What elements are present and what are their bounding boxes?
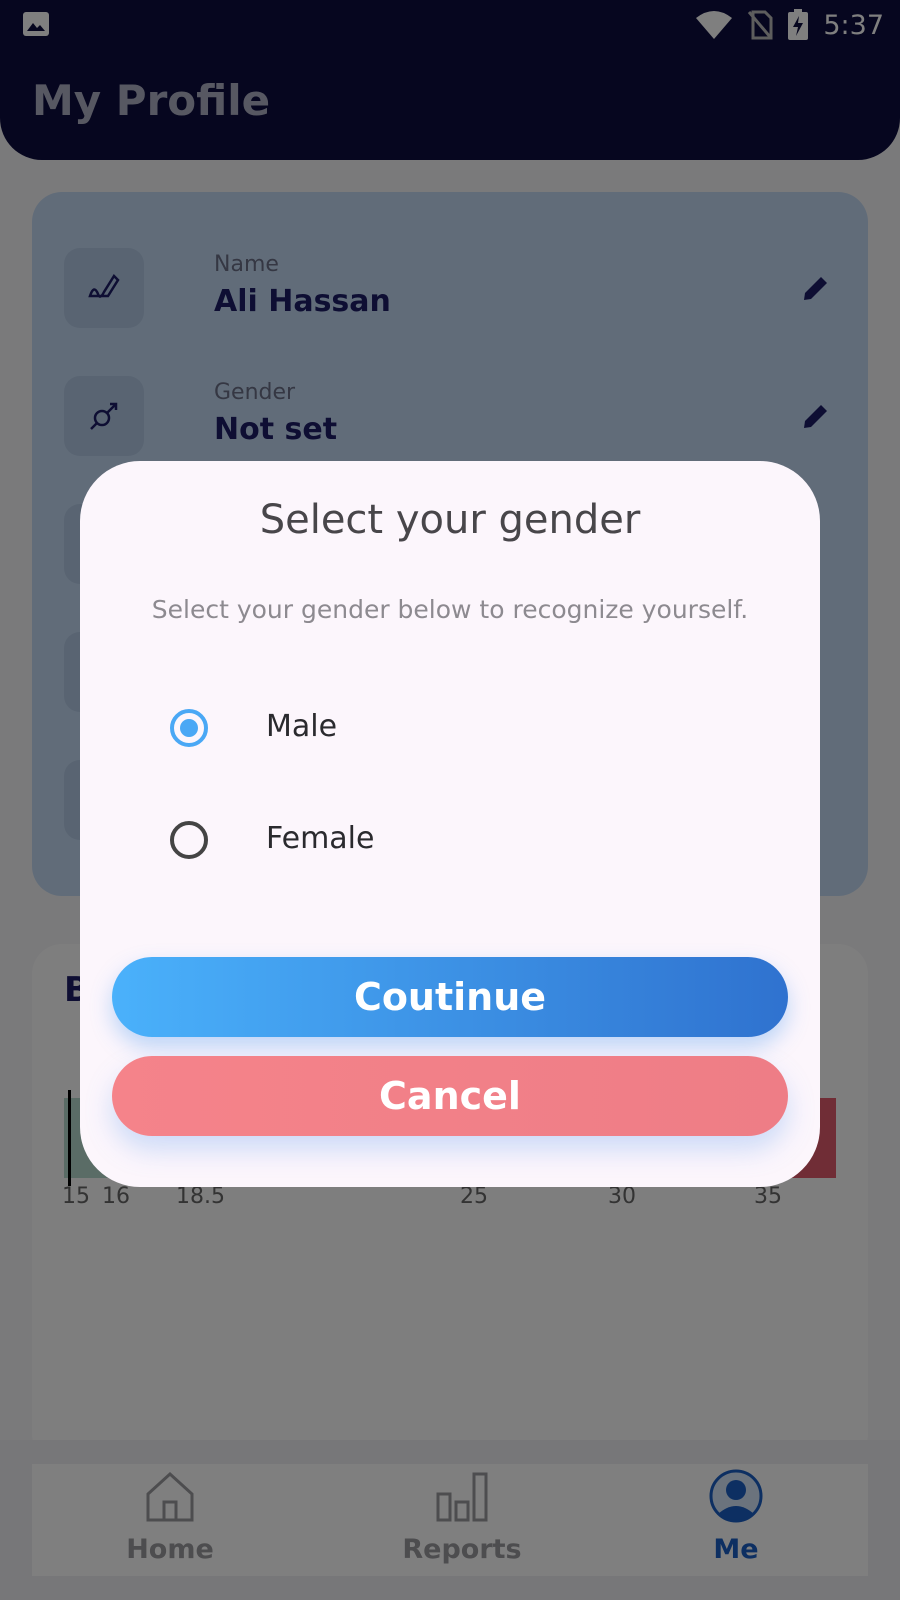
dialog-subtitle: Select your gender below to recognize yo… <box>151 595 749 624</box>
option-label: Male <box>266 709 338 744</box>
gender-dialog: Select your gender Select your gender be… <box>80 461 820 1187</box>
cancel-button[interactable]: Cancel <box>112 1056 788 1136</box>
radio-female[interactable] <box>170 821 208 859</box>
continue-button[interactable]: Coutinue <box>112 957 788 1037</box>
dialog-title: Select your gender <box>259 497 641 543</box>
radio-male[interactable] <box>170 709 208 747</box>
gender-option-male[interactable]: Male <box>170 699 730 759</box>
option-label: Female <box>266 821 375 856</box>
gender-option-female[interactable]: Female <box>170 811 730 871</box>
